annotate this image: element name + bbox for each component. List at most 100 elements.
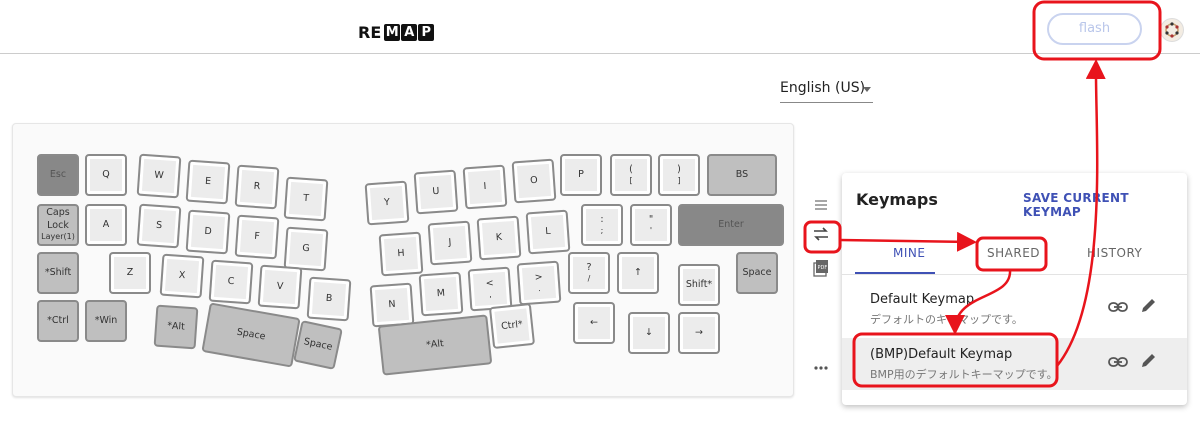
key-label: Y [383, 196, 391, 209]
tab-mine[interactable]: MINE [893, 246, 925, 260]
key-label: Z [126, 266, 134, 278]
tab-shared[interactable]: SHARED [987, 246, 1040, 260]
key-label: ← [590, 316, 598, 328]
key[interactable]: U [413, 169, 459, 215]
key[interactable]: *Shift [37, 252, 79, 294]
link-icon[interactable] [1108, 353, 1128, 372]
key[interactable]: Caps Lock Layer(1) [37, 204, 79, 246]
key[interactable]: J [427, 220, 473, 266]
key[interactable]: R [234, 164, 280, 210]
keymap-item[interactable]: (BMP)Default Keymap BMP用のデフォルトキーマップです。 [842, 338, 1187, 390]
key[interactable]: >. [516, 260, 562, 306]
link-icon[interactable] [1108, 298, 1128, 317]
keymap-item[interactable]: Default Keymap デフォルトのキーマップです。 [842, 283, 1187, 335]
key-label: *Win [94, 314, 118, 326]
key[interactable]: )] [658, 154, 700, 196]
key[interactable]: " ' [630, 204, 672, 246]
key[interactable]: Shift* [678, 264, 720, 306]
key[interactable]: H [378, 231, 424, 277]
key[interactable]: B [306, 276, 352, 322]
key[interactable]: A [85, 204, 127, 246]
key-label: *Shift [44, 266, 72, 278]
logo-letter: A [401, 23, 418, 41]
key-label: Space [235, 326, 267, 343]
key[interactable]: F [234, 214, 280, 260]
panel-title: Keymaps [856, 190, 938, 209]
swap-icon[interactable] [810, 223, 832, 245]
key-sublabel: [ [629, 175, 633, 185]
key[interactable]: ← [573, 302, 615, 344]
key-label: ) [677, 163, 681, 175]
edit-icon[interactable] [1140, 351, 1158, 373]
key[interactable]: P [560, 154, 602, 196]
keymap-title: (BMP)Default Keymap [870, 347, 1013, 362]
key[interactable]: ↑ [617, 252, 659, 294]
key-label: → [695, 326, 703, 338]
key[interactable]: M [418, 271, 464, 317]
key[interactable]: O [511, 158, 557, 204]
key[interactable]: → [678, 312, 720, 354]
key-label: Q [102, 168, 110, 180]
avatar[interactable] [1160, 18, 1184, 42]
remap-logo[interactable]: RE M A P [358, 22, 435, 42]
key-sublabel: , [488, 289, 492, 300]
keymap-description: デフォルトのキーマップです。 [870, 313, 1023, 326]
tab-history[interactable]: HISTORY [1087, 246, 1142, 260]
logo-letter: P [418, 23, 435, 41]
key[interactable]: E [185, 159, 231, 205]
key[interactable]: Space [293, 320, 343, 370]
key-label: : [600, 213, 604, 225]
key-label: Shift* [685, 278, 713, 290]
key-label: K [495, 231, 503, 244]
key[interactable]: Z [109, 252, 151, 294]
key[interactable]: X [159, 253, 205, 299]
key[interactable]: Ctrl* [488, 302, 536, 350]
key[interactable]: T [283, 176, 329, 222]
pdf-icon[interactable]: PDF [810, 257, 832, 279]
key[interactable]: Space [736, 252, 778, 294]
key[interactable]: D [185, 209, 231, 255]
key-label: J [448, 236, 452, 248]
list-icon[interactable] [810, 195, 832, 217]
key[interactable]: ? / [568, 252, 610, 294]
key[interactable]: *Ctrl [37, 300, 79, 342]
key[interactable]: K [476, 215, 522, 261]
key[interactable]: ([ [610, 154, 652, 196]
key[interactable]: :; [581, 204, 623, 246]
key[interactable]: N [369, 282, 415, 328]
language-select[interactable]: English (US) [780, 80, 873, 103]
key[interactable]: ↓ [628, 312, 670, 354]
key-label: H [397, 247, 405, 260]
logo-letter: M [384, 23, 401, 41]
key-label: ? [586, 261, 592, 273]
key[interactable]: Enter [678, 204, 784, 246]
key-label: F [253, 230, 261, 243]
key-label: Esc [49, 168, 67, 180]
language-value: English (US) [780, 80, 866, 96]
key[interactable]: G [283, 226, 329, 272]
key-label: U [432, 185, 440, 198]
key-label: S [155, 219, 163, 232]
keymaps-panel: Keymaps SAVE CURRENT KEYMAP MINE SHARED … [842, 173, 1187, 405]
key[interactable]: W [136, 153, 182, 199]
key[interactable]: Y [364, 180, 410, 226]
flash-button[interactable]: flash [1047, 13, 1142, 45]
key[interactable]: Q [85, 154, 127, 196]
key[interactable]: C [208, 259, 254, 305]
key-sublabel: ; [600, 225, 604, 235]
more-icon[interactable] [810, 357, 832, 379]
key[interactable]: S [136, 203, 182, 249]
key[interactable]: V [257, 264, 303, 310]
key-sublabel: ' [649, 225, 653, 235]
key[interactable]: BS [707, 154, 777, 196]
key[interactable]: L [525, 209, 571, 255]
key-label: E [204, 175, 212, 188]
save-keymap-button[interactable]: SAVE CURRENT KEYMAP [1023, 191, 1187, 219]
key[interactable]: *Alt [377, 314, 493, 376]
key[interactable]: *Win [85, 300, 127, 342]
key[interactable]: *Alt [153, 304, 199, 350]
edit-icon[interactable] [1140, 296, 1158, 318]
key[interactable]: Space [201, 302, 301, 368]
key[interactable]: Esc [37, 154, 79, 196]
key[interactable]: I [462, 164, 508, 210]
